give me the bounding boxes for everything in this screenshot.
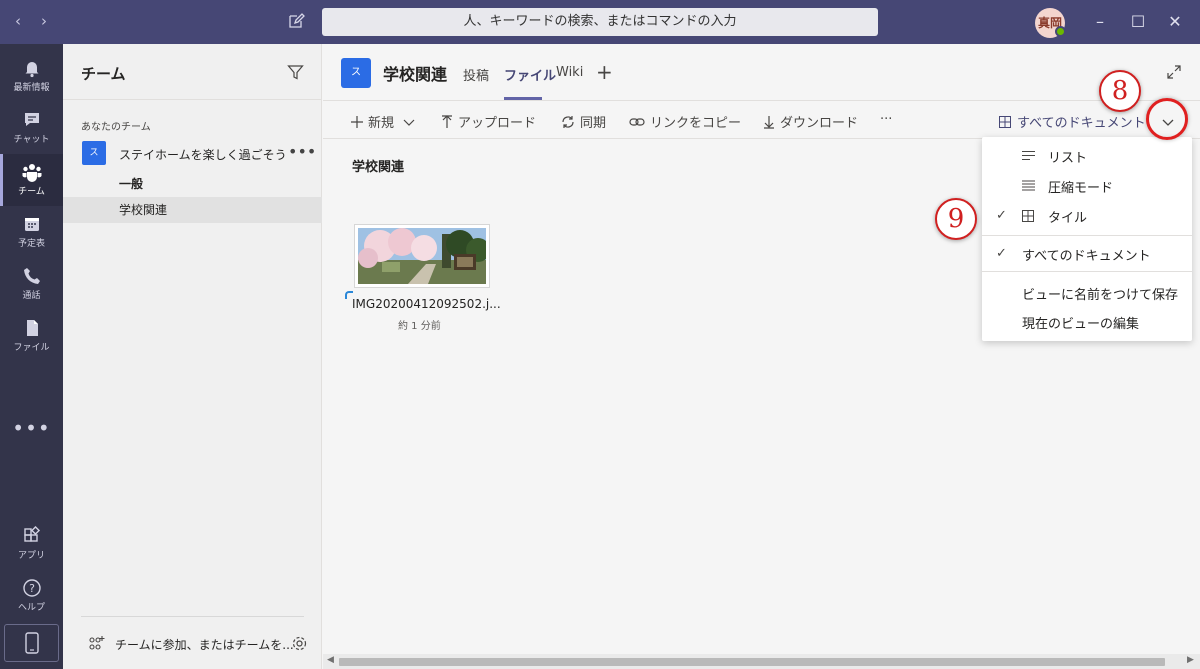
upload-icon [442, 114, 452, 128]
rail-item-activity[interactable]: 最新情報 [0, 50, 63, 102]
forward-arrow-icon[interactable]: › [34, 12, 54, 30]
list-icon [1022, 150, 1035, 161]
apps-icon [23, 526, 40, 542]
expand-icon[interactable] [1166, 64, 1182, 80]
svg-text:?: ? [29, 582, 35, 595]
section-label: あなたのチーム [81, 122, 151, 133]
compact-icon [1022, 180, 1035, 191]
photo-thumbnail [358, 228, 486, 284]
filter-icon[interactable] [287, 64, 304, 81]
menu-item-list[interactable]: リスト [982, 141, 1192, 171]
sync-icon [562, 115, 574, 128]
teams-title: チーム [81, 65, 126, 83]
view-dropdown-menu: リスト 圧縮モード ✓ タイル ✓ すべてのドキュメント ビューに名前をつけて保… [982, 137, 1192, 341]
tab-wiki[interactable]: Wiki [556, 65, 583, 80]
file-tile[interactable] [354, 224, 490, 288]
status-badge [1055, 26, 1066, 37]
tab-posts[interactable]: 投稿 [463, 65, 489, 84]
file-icon [26, 320, 38, 336]
annotation-step-8: 8 [1099, 70, 1141, 112]
upload-button[interactable]: アップロード [441, 112, 536, 131]
team-item[interactable]: ス ステイホームを楽しく過ごそう ••• [63, 140, 322, 168]
mobile-app-button[interactable] [4, 624, 59, 662]
chevron-down-icon [403, 119, 415, 126]
rail-item-apps[interactable]: アプリ [0, 518, 63, 570]
minimize-icon[interactable]: – [1088, 10, 1112, 34]
rail-item-calls[interactable]: 通話 [0, 258, 63, 310]
calendar-icon [24, 218, 39, 231]
mobile-phone-icon [24, 632, 39, 654]
menu-divider [982, 271, 1192, 272]
team-more-options-icon[interactable]: ••• [288, 142, 316, 161]
menu-item-tiles[interactable]: ✓ タイル [982, 201, 1192, 231]
active-tab-indicator [504, 97, 542, 100]
scrollbar-thumb[interactable] [339, 658, 1165, 666]
search-input[interactable]: 人、キーワードの検索、またはコマンドの入力 [322, 8, 878, 36]
annotation-step-9: 9 [935, 198, 977, 240]
menu-item-all-documents[interactable]: ✓ すべてのドキュメント [982, 239, 1192, 269]
bell-icon [25, 62, 38, 78]
title-bar: ‹ › 人、キーワードの検索、またはコマンドの入力 真岡 – ☐ ✕ [0, 0, 1200, 44]
copy-link-button[interactable]: リンクをコピー [629, 112, 741, 131]
folder-title: 学校関連 [352, 160, 405, 175]
download-icon [764, 115, 774, 129]
menu-divider [982, 235, 1192, 236]
more-actions-button[interactable]: ··· [880, 112, 892, 127]
gear-icon[interactable] [291, 635, 308, 652]
check-icon: ✓ [996, 246, 1007, 261]
help-icon: ? [22, 579, 41, 597]
add-team-icon [89, 636, 105, 650]
menu-item-edit-view[interactable]: 現在のビューの編集 [982, 307, 1192, 337]
divider [81, 616, 304, 617]
add-tab-icon[interactable]: + [596, 60, 613, 84]
annotation-highlight-circle [1146, 98, 1188, 140]
close-icon[interactable]: ✕ [1163, 10, 1187, 34]
join-team-label: チームに参加、またはチームを... [115, 638, 294, 652]
rail-item-chat[interactable]: チャット [0, 102, 63, 154]
rail-item-files[interactable]: ファイル [0, 310, 63, 362]
maximize-icon[interactable]: ☐ [1126, 10, 1150, 34]
page-title: 学校関連 [383, 65, 448, 84]
link-icon [629, 117, 645, 126]
sync-button[interactable]: 同期 [561, 112, 606, 131]
channel-avatar: ス [341, 58, 371, 88]
check-icon: ✓ [996, 208, 1007, 223]
teams-icon [22, 164, 41, 182]
scroll-left-icon[interactable]: ◀ [327, 655, 334, 665]
more-apps-icon[interactable]: ••• [0, 416, 63, 440]
menu-item-compact[interactable]: 圧縮モード [982, 171, 1192, 201]
horizontal-scrollbar[interactable]: ◀ ▶ [323, 654, 1200, 669]
tiles-icon [1022, 210, 1034, 222]
new-button[interactable]: 新規 [351, 112, 415, 131]
rail-item-teams[interactable]: チーム [0, 154, 63, 206]
channel-school[interactable]: 学校関連 [63, 197, 322, 223]
tab-files[interactable]: ファイル [504, 65, 556, 84]
team-name: ステイホームを楽しく過ごそう [119, 148, 287, 162]
plus-icon [351, 115, 363, 128]
phone-icon [23, 268, 40, 284]
channel-general[interactable]: 一般 [63, 171, 322, 197]
file-name[interactable]: IMG20200412092502.j... [352, 297, 501, 311]
file-modified-time: 約 1 分前 [398, 321, 441, 332]
teams-panel: チーム あなたのチーム ス ステイホームを楽しく過ごそう ••• 一般 学校関連… [63, 44, 322, 669]
scroll-right-icon[interactable]: ▶ [1187, 655, 1194, 665]
chat-icon [24, 113, 39, 126]
team-avatar: ス [82, 141, 106, 165]
compose-icon[interactable] [287, 12, 305, 30]
menu-item-save-view-as[interactable]: ビューに名前をつけて保存 [982, 278, 1192, 308]
join-team-button[interactable]: チームに参加、またはチームを... [63, 632, 322, 656]
channel-header: ス 学校関連 投稿 ファイル Wiki + [323, 44, 1200, 101]
download-button[interactable]: ダウンロード [763, 112, 858, 131]
rail-item-calendar[interactable]: 予定表 [0, 206, 63, 258]
tiles-icon [999, 115, 1011, 128]
teams-header: チーム [63, 44, 321, 100]
rail-item-help[interactable]: ? ヘルプ [0, 570, 63, 622]
files-toolbar: 新規 アップロード 同期 リンクをコピー ダウンロード ··· すべてのドキュメ… [323, 102, 1200, 139]
back-arrow-icon[interactable]: ‹ [8, 12, 28, 30]
app-rail: 最新情報 チャット チーム 予定表 通話 ファイル ••• アプリ ? ヘルプ [0, 44, 63, 669]
